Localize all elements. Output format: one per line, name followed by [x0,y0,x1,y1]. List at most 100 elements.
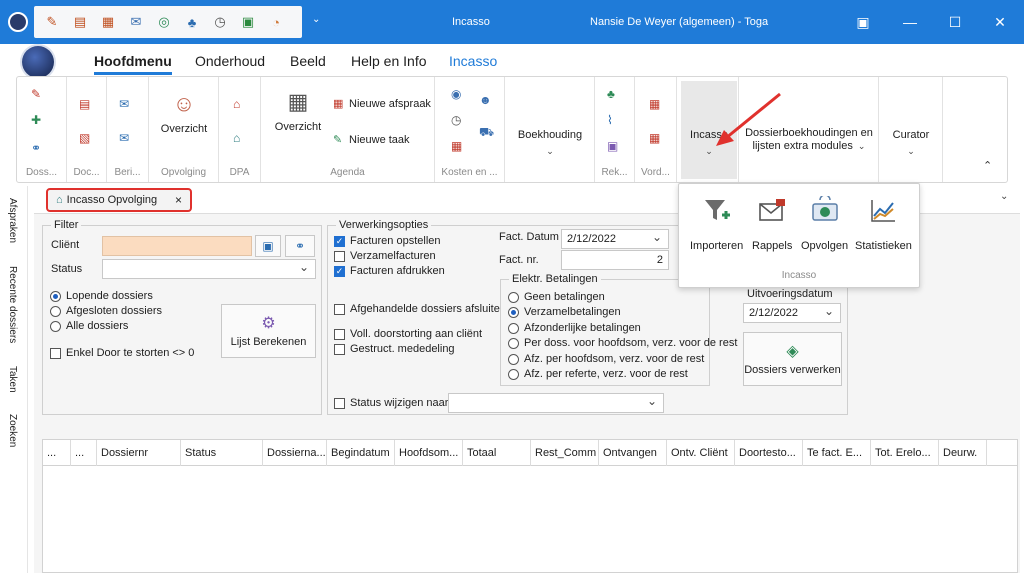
tab-incasso[interactable]: Incasso [449,53,497,69]
qat-timer-icon[interactable]: ◷ [208,11,232,33]
qat-coins-icon[interactable]: ◎ [152,11,176,33]
status-wijzigen-select[interactable] [448,393,664,413]
add-dossier-icon[interactable]: ✚ [31,113,41,127]
calculator-icon[interactable]: ▦ [451,139,462,153]
tab-onderhoud[interactable]: Onderhoud [195,53,265,69]
grid-column-header[interactable]: Status [181,440,263,466]
radio-afzonderlijke-betalingen[interactable]: Afzonderlijke betalingen [508,322,641,334]
accounts-chart-icon[interactable]: ⌇ [607,113,613,127]
radio-afgesloten-dossiers[interactable]: Afgesloten dossiers [50,305,162,317]
popup-rappels-button[interactable]: Rappels [752,196,792,252]
document-icon[interactable]: ▤ [79,97,90,111]
incasso-dropdown[interactable]: Incasso ⌄ [681,81,737,179]
dossier-grid[interactable]: ...... Dossiernr Status Dossierna... Beginda… [42,439,1018,573]
qat-mail-icon[interactable]: ✉ [124,11,148,33]
timer-icon[interactable]: ◷ [451,113,461,127]
tabs-overflow-icon[interactable]: ⌄ [1000,191,1008,202]
side-tab-afspraken[interactable]: Afspraken [7,198,18,243]
status-select[interactable] [102,259,316,279]
radio-afz-per-referte[interactable]: Afz. per referte, verz. voor de rest [508,368,688,380]
grid-column-header[interactable]: Doortesto... [735,440,803,466]
opvolging-overzicht-button[interactable]: ☺ Overzicht [149,91,219,135]
grid-column-header[interactable]: Dossierna... [263,440,327,466]
app-logo-icon[interactable] [8,12,28,32]
side-tab-recente-dossiers[interactable]: Recente dossiers [7,266,18,343]
qat-new-dossier-icon[interactable]: ✎ [40,11,64,33]
accounts-icon[interactable]: ♣ [607,87,615,101]
radio-per-doss-hoofdsom[interactable]: Per doss. voor hoofdsom, verz. voor de r… [508,337,737,349]
popup-statistieken-button[interactable]: Statistieken [855,196,912,252]
client-search-button[interactable]: ⚭ [285,235,315,257]
qat-people-icon[interactable]: ♣ [180,11,204,33]
new-document-icon[interactable]: ▧ [79,131,90,145]
grid-column-header[interactable]: Rest_Comm [531,440,599,466]
claims-add-icon[interactable]: ▦ [649,131,660,145]
grid-column-header[interactable]: ... [43,440,71,466]
check-afgehandelde-dossiers[interactable]: Afgehandelde dossiers afsluiten [334,303,506,315]
boekhouding-dropdown[interactable]: Boekhouding ⌄ [505,129,595,158]
mail-add-icon[interactable]: ✉ [119,131,129,145]
tab-help-en-info[interactable]: Help en Info [351,53,427,69]
check-facturen-opstellen[interactable]: ✓ Facturen opstellen [334,235,441,247]
qat-export-icon[interactable]: ▣ [236,11,260,33]
new-task-button[interactable]: ✎ Nieuwe taak [333,133,410,146]
grid-column-header[interactable]: Totaal [463,440,531,466]
minimize-icon[interactable]: — [895,10,925,34]
grid-column-header[interactable]: ... [71,440,97,466]
grid-column-header[interactable]: Tot. Erelo... [871,440,939,466]
accounts-book-icon[interactable]: ▣ [607,139,618,153]
grid-column-header[interactable]: Deurw. [939,440,987,466]
close-icon[interactable]: ✕ [985,10,1015,34]
maximize-icon[interactable]: ☐ [940,10,970,34]
app-menu-orb[interactable] [22,46,54,78]
grid-column-header[interactable]: Ontvangen [599,440,667,466]
claims-icon[interactable]: ▦ [649,97,660,111]
qat-customize-icon[interactable]: ⌄ [312,14,320,25]
radio-alle-dossiers[interactable]: Alle dossiers [50,320,128,332]
check-facturen-afdrukken[interactable]: ✓ Facturen afdrukken [334,265,445,277]
radio-lopende-dossiers[interactable]: Lopende dossiers [50,290,153,302]
new-dossier-icon[interactable]: ✎ [31,87,41,101]
qat-clock-icon[interactable]: ◔ [264,11,288,33]
vehicle-icon[interactable]: ⛟ [479,125,494,141]
uitvoeringsdatum-picker[interactable]: 2/12/2022 [743,303,841,323]
agenda-overzicht-button[interactable]: ▦ Overzicht [269,89,327,133]
client-input[interactable] [102,236,252,256]
side-tab-taken[interactable]: Taken [7,366,18,393]
mail-icon[interactable]: ✉ [119,97,129,111]
grid-column-header[interactable]: Begindatum [327,440,395,466]
grid-column-header[interactable]: Te fact. E... [803,440,871,466]
dossiers-verwerken-button[interactable]: ◈ Dossiers verwerken [743,332,842,386]
tab-beeld[interactable]: Beeld [290,53,326,69]
grid-column-header[interactable]: Dossiernr [97,440,181,466]
client-card-button[interactable]: ▣ [255,235,281,257]
curator-dropdown[interactable]: Curator ⌄ [879,129,943,158]
check-verzamelfacturen[interactable]: Verzamelfacturen [334,250,436,262]
check-status-wijzigen[interactable]: Status wijzigen naar [334,397,448,409]
restore-layout-icon[interactable]: ▣ [848,10,878,34]
side-tab-zoeken[interactable]: Zoeken [7,414,18,447]
dpa-building-icon[interactable]: ⌂ [233,97,240,111]
radio-verzamelbetalingen[interactable]: Verzamelbetalingen [508,306,621,318]
dossierboekhoudingen-dropdown[interactable]: Dossierboekhoudingen en lijsten extra mo… [743,127,875,153]
check-enkel-door-te-storten[interactable]: Enkel Door te storten <> 0 [50,347,194,359]
grid-column-header[interactable]: Ontv. Cliënt [667,440,735,466]
costs-icon[interactable]: ◉ [451,87,461,101]
radio-afz-per-hoofdsom[interactable]: Afz. per hoofdsom, verz. voor de rest [508,353,704,365]
check-gestruct-mededeling[interactable]: Gestruct. mededeling [334,343,455,355]
new-appointment-button[interactable]: ▦ Nieuwe afspraak [333,97,431,110]
fact-nr-input[interactable]: 2 [561,250,669,270]
popup-importeren-button[interactable]: Importeren [690,196,743,252]
qat-calendar-icon[interactable]: ▦ [96,11,120,33]
close-tab-icon[interactable]: × [175,193,182,207]
radio-geen-betalingen[interactable]: Geen betalingen [508,291,605,303]
check-voll-doorstorting[interactable]: Voll. doorstorting aan cliënt [334,328,482,340]
doc-tab-incasso-opvolging[interactable]: ⌂ Incasso Opvolging × [46,188,192,212]
tab-hoofdmenu[interactable]: Hoofdmenu [94,53,172,75]
lijst-berekenen-button[interactable]: ⚙ Lijst Berekenen [221,304,316,358]
fact-datum-picker[interactable]: 2/12/2022 [561,229,669,249]
collapse-ribbon-icon[interactable]: ⌃ [983,159,992,172]
people-costs-icon[interactable]: ☻ [479,93,492,107]
dpa-building-add-icon[interactable]: ⌂ [233,131,240,145]
popup-opvolgen-button[interactable]: Opvolgen [801,194,848,252]
